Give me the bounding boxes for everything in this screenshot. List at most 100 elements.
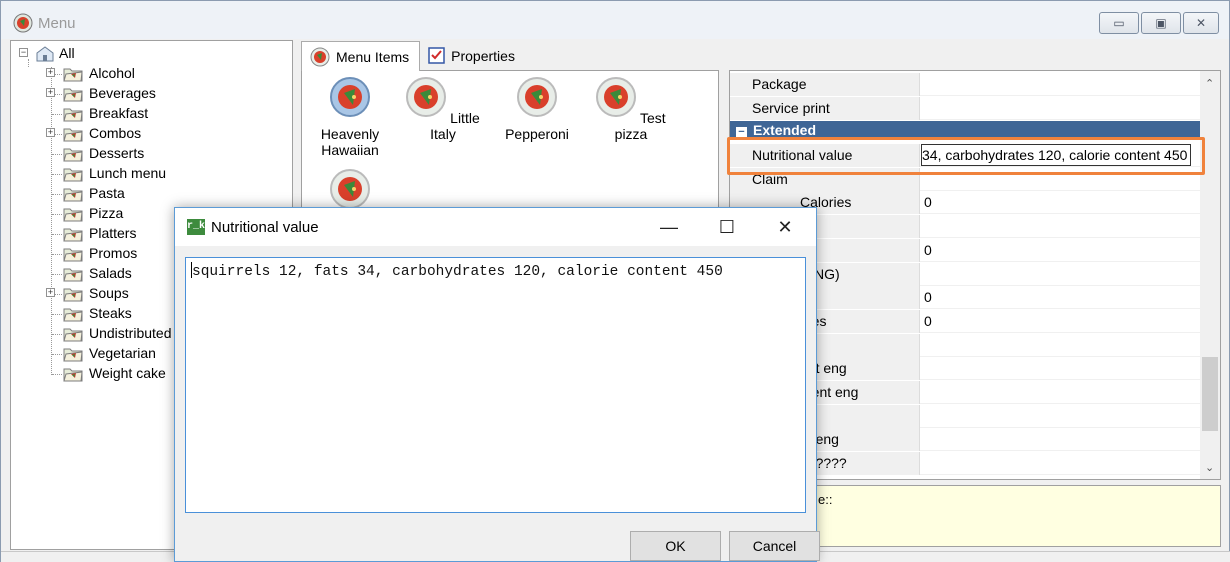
title-bar: Menu ▭ ▣ ✕	[1, 1, 1229, 39]
property-name: Service print	[730, 97, 920, 120]
tree-connector	[52, 214, 62, 215]
tree-connector	[52, 114, 62, 115]
property-value[interactable]: 0	[924, 286, 932, 309]
tree-item[interactable]: + Alcohol	[46, 63, 135, 83]
tree-item[interactable]: + Combos	[46, 123, 142, 143]
tree-item[interactable]: Weight cake	[63, 363, 166, 383]
expand-icon[interactable]: +	[46, 68, 55, 77]
menu-item[interactable]: Heavenly Hawaiian	[304, 77, 396, 158]
tree-root-label: All	[59, 45, 75, 61]
tree-item[interactable]: Lunch menu	[63, 163, 166, 183]
dialog-maximize-button[interactable]: ☐	[707, 214, 747, 240]
maximize-button[interactable]: ▣	[1141, 12, 1181, 34]
tree-item[interactable]: Breakfast	[63, 103, 148, 123]
pizza-folder-icon	[63, 185, 83, 202]
description-text: e::	[818, 492, 833, 507]
minimize-button[interactable]: ▭	[1099, 12, 1139, 34]
tree-item[interactable]: Desserts	[63, 143, 144, 163]
property-scrollbar[interactable]: ⌃ ⌄	[1200, 71, 1220, 479]
minimize-icon: —	[660, 217, 678, 237]
cancel-button[interactable]: Cancel	[729, 531, 820, 561]
property-row[interactable]: Service print	[730, 97, 1200, 120]
close-icon: ✕	[1195, 16, 1207, 30]
scroll-down-icon[interactable]: ⌄	[1205, 461, 1214, 474]
app-logo-icon: r_k	[187, 219, 205, 235]
pizza-folder-icon	[63, 245, 83, 262]
tree-item[interactable]: Undistributed M	[63, 323, 187, 343]
tree-item[interactable]: Promos	[63, 243, 137, 263]
property-value[interactable]: 0	[924, 239, 932, 262]
close-icon: ✕	[777, 217, 793, 237]
pizza-folder-icon	[63, 325, 83, 342]
tree-item[interactable]: + Soups	[46, 283, 129, 303]
property-row[interactable]: Package	[730, 73, 1200, 96]
tree-connector	[52, 254, 62, 255]
property-value[interactable]: 0	[924, 191, 932, 214]
pizza-folder-icon	[63, 265, 83, 282]
tree-item-label: Salads	[89, 265, 132, 281]
expand-icon[interactable]: +	[46, 288, 55, 297]
scroll-up-icon[interactable]: ⌃	[1205, 77, 1214, 90]
expand-icon[interactable]: +	[46, 88, 55, 97]
tree-connector	[52, 174, 62, 175]
close-button[interactable]: ✕	[1183, 12, 1219, 34]
tab-menu-items-label: Menu Items	[336, 48, 410, 65]
tab-properties-label: Properties	[451, 47, 515, 64]
tab-strip: Menu Items Properties	[301, 41, 525, 71]
tree-item[interactable]: Pizza	[63, 203, 123, 223]
nutritional-value-dialog: r_k Nutritional value — ☐ ✕ squirrels 12…	[174, 207, 820, 562]
tree-item[interactable]: Pasta	[63, 183, 125, 203]
pizza-app-icon	[13, 13, 33, 33]
tree-item-label: Alcohol	[89, 65, 135, 81]
menu-item-label: Pepperoni	[505, 126, 569, 142]
pizza-folder-icon	[63, 65, 83, 82]
property-value[interactable]: 0	[924, 310, 932, 333]
tree-item[interactable]: + Beverages	[46, 83, 156, 103]
nutritional-value-textarea[interactable]: squirrels 12, fats 34, carbohydrates 120…	[185, 257, 806, 513]
tree-item-label: Breakfast	[89, 105, 149, 121]
pizza-icon	[406, 77, 447, 117]
tree-item[interactable]: Platters	[63, 223, 136, 243]
tree-connector	[52, 354, 62, 355]
pizza-icon	[596, 77, 637, 117]
pizza-folder-icon	[63, 205, 83, 222]
tree-item-label: Lunch menu	[89, 165, 167, 181]
menu-item[interactable]: Test pizza	[585, 77, 677, 142]
tree-item[interactable]: Steaks	[63, 303, 132, 323]
tab-properties[interactable]: Properties	[420, 41, 525, 70]
tree-item[interactable]: Salads	[63, 263, 132, 283]
tab-menu-items[interactable]: Menu Items	[301, 41, 421, 71]
menu-item[interactable]: Little Italy	[397, 77, 489, 142]
maximize-icon: ☐	[718, 217, 736, 237]
ok-button[interactable]: OK	[630, 531, 721, 561]
tree-root-all[interactable]: − All	[19, 43, 75, 63]
tree-connector	[52, 154, 62, 155]
tree-item-label: Platters	[89, 225, 137, 241]
nutritional-value-text: squirrels 12, fats 34, carbohydrates 120…	[192, 264, 723, 280]
menu-item-label: Heavenly Hawaiian	[320, 126, 380, 158]
tree-item-label: Undistributed M	[89, 325, 188, 341]
pizza-folder-icon	[63, 125, 83, 142]
pizza-folder-icon	[63, 85, 83, 102]
tree-item-label: Vegetarian	[89, 345, 156, 361]
tree-item-label: Desserts	[89, 145, 145, 161]
pizza-folder-icon	[63, 105, 83, 122]
tree-item-label: Pasta	[89, 185, 125, 201]
tree-item-label: Combos	[89, 125, 142, 141]
window-title: Menu	[38, 15, 76, 32]
pizza-folder-icon	[63, 345, 83, 362]
property-name: Package	[730, 73, 920, 96]
scroll-thumb[interactable]	[1202, 357, 1218, 431]
menu-item[interactable]: Pepperoni	[491, 77, 583, 142]
collapse-icon[interactable]: −	[19, 48, 28, 57]
tree-connector	[52, 374, 62, 375]
tree-item[interactable]: Vegetarian	[63, 343, 156, 363]
expand-icon[interactable]: +	[46, 128, 55, 137]
tree-item-label: Pizza	[89, 205, 124, 221]
dialog-minimize-button[interactable]: —	[649, 214, 689, 240]
dialog-close-button[interactable]: ✕	[765, 214, 805, 240]
pizza-icon	[330, 77, 370, 117]
tree-item-label: Soups	[89, 285, 129, 301]
pizza-folder-icon	[63, 225, 83, 242]
category-label: Extended	[753, 122, 817, 138]
